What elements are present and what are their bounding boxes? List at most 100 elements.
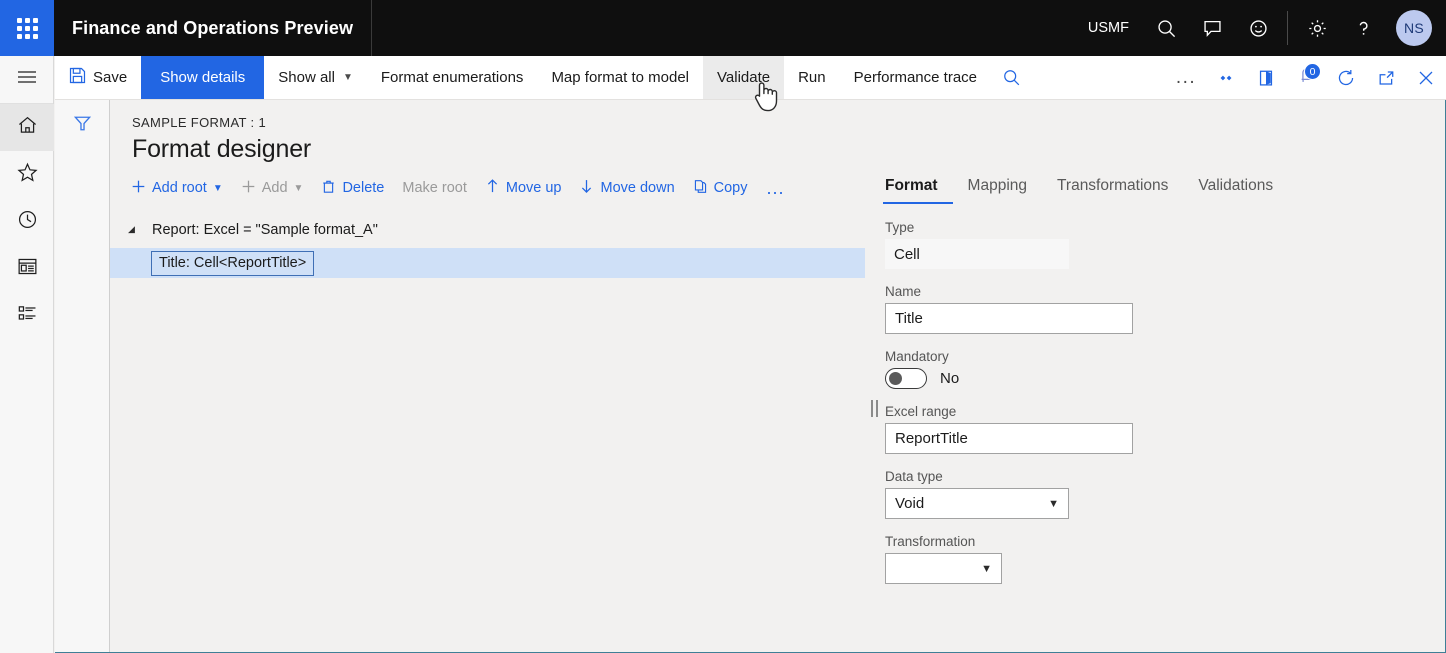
tree-row-root[interactable]: ◢ Report: Excel = "Sample format_A" bbox=[110, 216, 865, 244]
delete-button[interactable]: Delete bbox=[312, 175, 393, 202]
show-details-button[interactable]: Show details bbox=[141, 56, 265, 99]
smiley-icon[interactable] bbox=[1235, 0, 1281, 56]
field-excel-range: Excel range ReportTitle bbox=[885, 404, 1445, 454]
sidebar-item-modules[interactable] bbox=[0, 292, 54, 339]
name-label: Name bbox=[885, 284, 922, 299]
command-search-icon[interactable] bbox=[991, 56, 1031, 99]
field-name: Name Title bbox=[885, 284, 1445, 334]
tab-validations-label: Validations bbox=[1198, 177, 1274, 194]
refresh-icon[interactable] bbox=[1326, 56, 1366, 99]
tree-child-label: Title: Cell<ReportTitle> bbox=[151, 250, 315, 276]
validate-button[interactable]: Validate bbox=[703, 56, 785, 99]
save-icon bbox=[69, 67, 86, 88]
add-label: Add bbox=[261, 180, 288, 196]
mandatory-toggle-row: No bbox=[885, 368, 1445, 389]
company-selector[interactable]: USMF bbox=[1074, 20, 1143, 36]
sidebar-item-recent[interactable] bbox=[0, 198, 54, 245]
trash-icon bbox=[321, 179, 336, 198]
tree-action-toolbar: Add root ▼ Add ▼ Delete Make root Move u… bbox=[110, 164, 865, 210]
format-enumerations-button[interactable]: Format enumerations bbox=[367, 56, 538, 99]
sidebar-item-workspaces[interactable] bbox=[0, 245, 54, 292]
data-type-select[interactable]: Void ▼ bbox=[885, 488, 1069, 519]
main-region: SAMPLE FORMAT : 1 Format designer Add ro… bbox=[110, 100, 1445, 652]
top-navigation-bar: Finance and Operations Preview USMF NS bbox=[0, 0, 1446, 56]
search-icon[interactable] bbox=[1143, 0, 1189, 56]
add-button[interactable]: Add ▼ bbox=[232, 175, 313, 202]
open-in-new-window-icon[interactable] bbox=[1366, 56, 1406, 99]
chevron-down-icon: ▼ bbox=[212, 182, 223, 194]
tab-transformations[interactable]: Transformations bbox=[1042, 169, 1183, 204]
sidebar-item-home[interactable] bbox=[0, 104, 54, 151]
notification-count-badge: 0 bbox=[1304, 63, 1321, 80]
toggle-knob bbox=[889, 371, 902, 385]
expand-collapse-icon[interactable]: ◢ bbox=[128, 224, 142, 235]
modules-icon bbox=[17, 304, 38, 328]
format-fields: Type Cell Name Title Mandatory No Excel … bbox=[883, 204, 1445, 584]
feedback-icon[interactable] bbox=[1189, 0, 1235, 56]
show-details-label: Show details bbox=[160, 69, 246, 86]
filter-pane bbox=[55, 100, 110, 652]
breadcrumb: SAMPLE FORMAT : 1 bbox=[132, 115, 267, 130]
field-transformation: Transformation ▼ bbox=[885, 534, 1445, 584]
home-icon bbox=[17, 115, 38, 140]
app-launcher-button[interactable] bbox=[0, 0, 54, 56]
transformation-label: Transformation bbox=[885, 534, 976, 549]
move-up-button[interactable]: Move up bbox=[476, 174, 571, 202]
sidebar-item-hamburger-menu[interactable] bbox=[0, 56, 54, 103]
workspaces-icon bbox=[17, 257, 38, 281]
map-format-to-model-button[interactable]: Map format to model bbox=[537, 56, 703, 99]
name-input[interactable]: Title bbox=[885, 303, 1133, 334]
settings-gear-icon[interactable] bbox=[1294, 0, 1340, 56]
tab-format[interactable]: Format bbox=[883, 169, 953, 204]
tree-more-button[interactable]: ... bbox=[757, 179, 795, 197]
excel-range-input[interactable]: ReportTitle bbox=[885, 423, 1133, 454]
field-mandatory: Mandatory No bbox=[885, 349, 1445, 389]
show-all-label: Show all bbox=[278, 69, 335, 86]
excel-range-label: Excel range bbox=[885, 404, 957, 419]
delete-label: Delete bbox=[342, 180, 385, 196]
run-label: Run bbox=[798, 69, 826, 86]
performance-trace-button[interactable]: Performance trace bbox=[840, 56, 991, 99]
left-navigation-rail bbox=[0, 56, 54, 653]
tab-validations[interactable]: Validations bbox=[1183, 169, 1288, 204]
office-app-icon[interactable] bbox=[1246, 56, 1286, 99]
hamburger-menu-icon bbox=[17, 70, 37, 89]
filter-funnel-icon bbox=[73, 114, 92, 138]
copy-icon bbox=[693, 179, 708, 198]
field-data-type: Data type Void ▼ bbox=[885, 469, 1445, 519]
save-button[interactable]: Save bbox=[55, 56, 141, 99]
brand-title: Finance and Operations Preview bbox=[72, 17, 354, 38]
add-root-button[interactable]: Add root ▼ bbox=[122, 175, 232, 202]
field-type: Type Cell bbox=[885, 220, 1445, 269]
personalize-icon[interactable] bbox=[1206, 56, 1246, 99]
run-button[interactable]: Run bbox=[784, 56, 840, 99]
user-avatar[interactable]: NS bbox=[1396, 10, 1432, 46]
validate-label: Validate bbox=[717, 69, 771, 86]
tab-format-label: Format bbox=[885, 177, 938, 194]
help-icon[interactable] bbox=[1340, 0, 1386, 56]
filter-button[interactable] bbox=[67, 113, 97, 139]
copy-button[interactable]: Copy bbox=[684, 175, 757, 202]
close-button[interactable] bbox=[1406, 56, 1446, 99]
notifications-button[interactable]: 0 bbox=[1286, 56, 1326, 99]
overflow-menu-button[interactable]: ... bbox=[1166, 56, 1206, 99]
tree-row-title[interactable]: Title: Cell<ReportTitle> bbox=[110, 248, 865, 278]
plus-icon bbox=[131, 179, 146, 198]
arrow-down-icon bbox=[579, 178, 594, 198]
move-down-button[interactable]: Move down bbox=[570, 174, 683, 202]
pane-splitter[interactable] bbox=[865, 164, 883, 652]
plus-icon bbox=[241, 179, 256, 198]
transformation-select[interactable]: ▼ bbox=[885, 553, 1002, 584]
chevron-down-icon: ▼ bbox=[342, 72, 353, 83]
type-label: Type bbox=[885, 220, 915, 235]
page-caption: SAMPLE FORMAT : 1 Format designer bbox=[110, 100, 1445, 164]
sidebar-item-favorites[interactable] bbox=[0, 151, 54, 198]
make-root-button[interactable]: Make root bbox=[393, 176, 475, 200]
mandatory-toggle[interactable] bbox=[885, 368, 927, 389]
tab-mapping[interactable]: Mapping bbox=[953, 169, 1042, 204]
data-type-value: Void bbox=[895, 495, 925, 512]
show-all-menu[interactable]: Show all ▼ bbox=[264, 56, 367, 99]
splitter-grip-icon bbox=[870, 399, 878, 417]
copy-label: Copy bbox=[713, 180, 748, 196]
save-label: Save bbox=[93, 69, 128, 86]
